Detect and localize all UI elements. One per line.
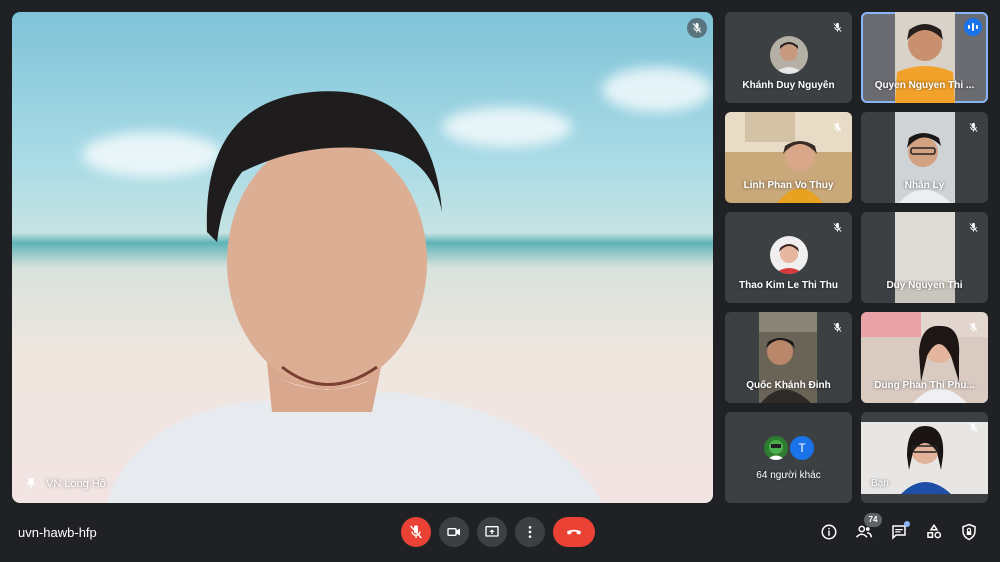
speaker-name-label: VN Long Hồ bbox=[24, 477, 106, 491]
leave-call-button[interactable] bbox=[553, 517, 595, 547]
mic-off-icon bbox=[832, 222, 842, 232]
meeting-code: uvn-hawb-hfp bbox=[18, 525, 97, 540]
participant-name: Thao Kim Le Thi Thu bbox=[739, 280, 838, 291]
participant-name: Bạn bbox=[871, 478, 889, 489]
speaking-indicator bbox=[964, 18, 982, 36]
participant-tile[interactable]: Nhân Lý bbox=[861, 112, 988, 203]
mic-off-icon bbox=[832, 322, 842, 332]
main-video[interactable]: VN Long Hồ bbox=[12, 12, 713, 503]
mic-off-icon bbox=[692, 23, 702, 33]
mic-off-icon bbox=[968, 322, 978, 332]
bottom-toolbar: uvn-hawb-hfp 74 bbox=[0, 503, 1000, 562]
participant-tile[interactable]: Quyen Nguyen Thi ... bbox=[861, 12, 988, 103]
activities-icon bbox=[927, 523, 942, 539]
info-icon bbox=[821, 524, 837, 540]
participant-tile[interactable]: Khánh Duy Nguyễn bbox=[725, 12, 852, 103]
participant-tile[interactable]: Linh Phan Vo Thuy bbox=[725, 112, 852, 203]
more-options-button[interactable] bbox=[515, 517, 545, 547]
present-screen-icon bbox=[485, 526, 499, 537]
mic-off-icon bbox=[968, 422, 978, 432]
present-button[interactable] bbox=[477, 517, 507, 547]
mic-off-icon bbox=[410, 525, 422, 539]
chat-button[interactable] bbox=[888, 521, 910, 543]
others-avatar-group: T bbox=[764, 436, 816, 460]
camera-toggle-button[interactable] bbox=[439, 517, 469, 547]
participant-tile[interactable]: Dung Phan Thi Phu... bbox=[861, 312, 988, 403]
mic-off-icon bbox=[832, 22, 842, 32]
participant-name: Linh Phan Vo Thuy bbox=[743, 180, 834, 191]
tile-mute-badge bbox=[964, 318, 982, 336]
tile-mute-badge bbox=[828, 318, 846, 336]
tile-mute-badge bbox=[964, 218, 982, 236]
mic-off-icon bbox=[968, 222, 978, 232]
speaker-figure bbox=[107, 91, 602, 503]
pin-icon[interactable] bbox=[24, 477, 38, 491]
tile-mute-badge bbox=[964, 418, 982, 436]
mic-off-icon bbox=[968, 122, 978, 132]
participant-name: Quốc Khánh Đinh bbox=[746, 380, 831, 391]
tile-mute-badge bbox=[828, 118, 846, 136]
host-controls-button[interactable] bbox=[958, 521, 980, 543]
participant-tile[interactable]: Quốc Khánh Đinh bbox=[725, 312, 852, 403]
participant-tile[interactable]: Thao Kim Le Thi Thu bbox=[725, 212, 852, 303]
end-call-icon bbox=[567, 529, 581, 535]
mic-off-icon bbox=[832, 122, 842, 132]
participants-count-badge: 74 bbox=[864, 513, 882, 527]
chat-notification-dot bbox=[904, 521, 910, 527]
avatar bbox=[764, 436, 788, 460]
participant-name: Dung Phan Thi Phu... bbox=[874, 380, 975, 391]
participant-name: Duy Nguyen Thi bbox=[886, 280, 963, 291]
meeting-info-button[interactable] bbox=[818, 521, 840, 543]
avatar bbox=[769, 36, 808, 74]
more-vert-icon bbox=[528, 526, 532, 538]
camera-icon bbox=[447, 528, 460, 536]
tile-mute-badge bbox=[964, 118, 982, 136]
mic-toggle-button[interactable] bbox=[401, 517, 431, 547]
tile-mute-badge bbox=[828, 218, 846, 236]
participant-tile[interactable]: Bạn bbox=[861, 412, 988, 503]
host-controls-icon bbox=[962, 523, 976, 541]
speaker-name: VN Long Hồ bbox=[46, 478, 106, 490]
participant-name: Nhân Lý bbox=[904, 180, 945, 191]
participant-name: Khánh Duy Nguyễn bbox=[742, 80, 835, 91]
others-tile[interactable]: T 64 người khác bbox=[725, 412, 852, 503]
tile-mute-badge bbox=[828, 18, 846, 36]
others-count-label: 64 người khác bbox=[756, 470, 821, 481]
activities-button[interactable] bbox=[923, 521, 945, 543]
avatar: T bbox=[790, 436, 814, 460]
participant-name: Quyen Nguyen Thi ... bbox=[874, 80, 975, 91]
participant-tile[interactable]: Duy Nguyen Thi bbox=[861, 212, 988, 303]
avatar bbox=[769, 236, 808, 274]
main-mute-badge bbox=[687, 18, 707, 38]
